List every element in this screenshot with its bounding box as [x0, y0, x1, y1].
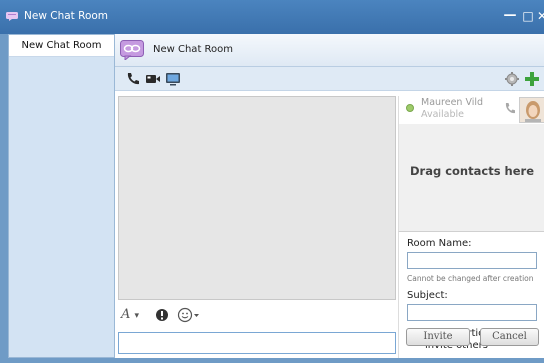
room-title: New Chat Room	[153, 44, 234, 55]
room-name-field[interactable]	[407, 252, 537, 269]
call-icon[interactable]	[504, 102, 516, 116]
chat-window-icon	[6, 12, 18, 21]
add-participant-icon[interactable]	[524, 71, 540, 87]
minimize-button[interactable]: —	[502, 8, 518, 24]
tab-new-chat-room[interactable]: New Chat Room	[9, 35, 114, 57]
room-name-hint: Cannot be changed after creation	[407, 274, 534, 283]
maximize-button[interactable]: □	[520, 8, 536, 24]
conversation-tab-list: New Chat Room	[8, 34, 115, 358]
invite-button[interactable]: Invite	[406, 328, 470, 346]
font-icon: A	[121, 307, 131, 322]
important-alert-icon[interactable]	[155, 308, 169, 322]
subject-field[interactable]	[407, 304, 537, 321]
participant-list: Maureen Vild Available	[398, 96, 544, 124]
phone-icon[interactable]	[125, 71, 141, 87]
subject-label: Subject:	[407, 290, 448, 301]
smiley-icon	[177, 307, 199, 323]
chevron-down-icon: ▾	[134, 311, 140, 321]
video-camera-icon[interactable]	[145, 71, 161, 87]
screen-share-icon[interactable]	[165, 71, 181, 87]
emoticon-button[interactable]	[177, 306, 205, 324]
window-title: New Chat Room	[24, 10, 109, 22]
font-button[interactable]: A ▾	[121, 307, 147, 325]
gear-icon[interactable]	[504, 71, 520, 87]
drop-zone-label: Drag contacts here	[410, 164, 534, 178]
message-input[interactable]	[118, 332, 396, 354]
room-header: New Chat Room	[115, 34, 544, 67]
contact-drop-zone[interactable]: Drag contacts here	[398, 124, 544, 232]
avatar	[519, 97, 544, 123]
participant-status: Available	[421, 109, 465, 120]
cancel-button[interactable]: Cancel	[480, 328, 539, 346]
chat-room-window: New Chat Room — □ ✕ New Chat Room New Ch…	[0, 0, 544, 363]
status-available-icon	[406, 104, 414, 112]
room-name-label: Room Name:	[407, 238, 472, 249]
room-toolbar	[115, 67, 544, 91]
title-bar[interactable]: New Chat Room — □ ✕	[0, 0, 544, 34]
formatting-toolbar: A ▾	[115, 302, 399, 330]
participant-name: Maureen Vild	[421, 97, 484, 108]
chat-room-pane: New Chat Room A ▾ Maureen Vild Available…	[115, 34, 544, 358]
close-button[interactable]: ✕	[537, 8, 544, 24]
avatar-photo-icon	[520, 98, 544, 122]
chat-room-icon	[120, 40, 144, 60]
conversation-history	[118, 96, 396, 300]
